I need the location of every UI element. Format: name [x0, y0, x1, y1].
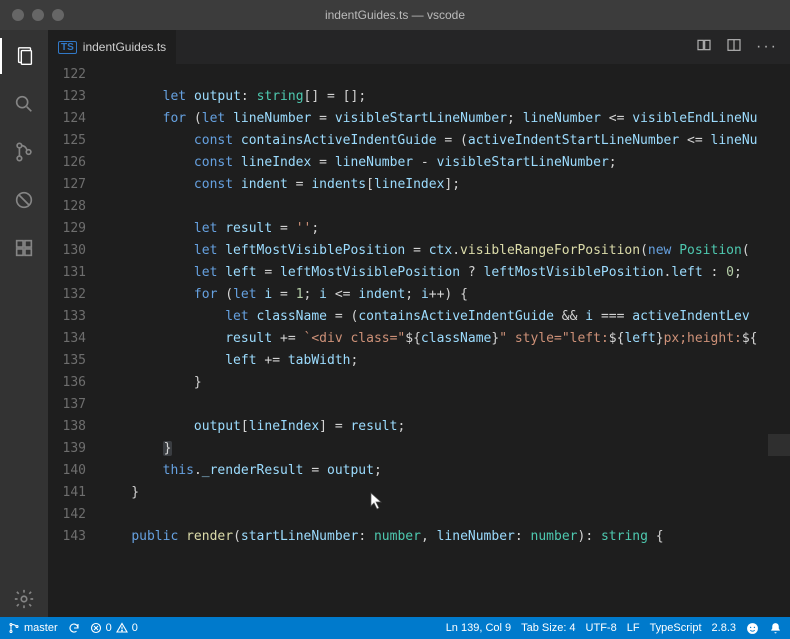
code-line[interactable]: const indent = indents[lineIndex]; — [100, 174, 790, 196]
code-line[interactable]: let className = (containsActiveIndentGui… — [100, 306, 790, 328]
status-problems[interactable]: 0 0 — [90, 622, 138, 634]
line-number: 127 — [48, 174, 86, 196]
status-sync[interactable] — [68, 622, 80, 634]
line-number: 129 — [48, 218, 86, 240]
line-number: 138 — [48, 416, 86, 438]
code-line[interactable]: } — [100, 438, 790, 460]
line-number: 128 — [48, 196, 86, 218]
titlebar: indentGuides.ts — vscode — [0, 0, 790, 30]
line-number: 122 — [48, 64, 86, 86]
line-number: 132 — [48, 284, 86, 306]
status-bar: master 0 0 Ln 139, Col 9 Tab Size: 4 UTF… — [0, 617, 790, 639]
status-feedback[interactable] — [746, 622, 759, 635]
error-icon — [90, 622, 102, 634]
sync-icon — [68, 622, 80, 634]
tab-indentguides[interactable]: TS indentGuides.ts — [48, 30, 177, 64]
status-encoding[interactable]: UTF-8 — [586, 622, 617, 634]
close-window-button[interactable] — [12, 9, 24, 21]
line-number: 135 — [48, 350, 86, 372]
editor-area: TS indentGuides.ts ··· 12212312412512612… — [48, 30, 790, 617]
code-editor[interactable]: 1221231241251261271281291301311321331341… — [48, 64, 790, 617]
editor-actions: ··· — [696, 30, 790, 64]
code-line[interactable] — [100, 64, 790, 86]
code-line[interactable]: this._renderResult = output; — [100, 460, 790, 482]
status-eol[interactable]: LF — [627, 622, 640, 634]
line-number: 130 — [48, 240, 86, 262]
activity-bar — [0, 30, 48, 617]
line-number: 137 — [48, 394, 86, 416]
code-line[interactable]: left += tabWidth; — [100, 350, 790, 372]
main-area: TS indentGuides.ts ··· 12212312412512612… — [0, 30, 790, 617]
tab-bar: TS indentGuides.ts ··· — [48, 30, 790, 64]
maximize-window-button[interactable] — [52, 9, 64, 21]
code-line[interactable]: let output: string[] = []; — [100, 86, 790, 108]
git-branch-icon — [8, 622, 20, 634]
typescript-file-icon: TS — [58, 41, 77, 54]
source-control-icon[interactable] — [0, 134, 48, 170]
line-number: 125 — [48, 130, 86, 152]
line-number: 124 — [48, 108, 86, 130]
status-cursor-position[interactable]: Ln 139, Col 9 — [446, 622, 511, 634]
warning-count: 0 — [132, 622, 138, 634]
explorer-icon[interactable] — [0, 38, 48, 74]
code-line[interactable]: for (let i = 1; i <= indent; i++) { — [100, 284, 790, 306]
line-number-gutter: 1221231241251261271281291301311321331341… — [48, 64, 100, 617]
extensions-icon[interactable] — [0, 230, 48, 266]
code-line[interactable] — [100, 394, 790, 416]
minimize-window-button[interactable] — [32, 9, 44, 21]
more-actions-icon[interactable]: ··· — [756, 38, 778, 56]
code-line[interactable]: let result = ''; — [100, 218, 790, 240]
open-changes-icon[interactable] — [696, 37, 712, 58]
traffic-lights — [12, 9, 64, 21]
code-line[interactable]: public render(startLineNumber: number, l… — [100, 526, 790, 548]
settings-icon[interactable] — [0, 581, 48, 617]
code-line[interactable]: } — [100, 372, 790, 394]
warning-icon — [116, 622, 128, 634]
code-line[interactable] — [100, 504, 790, 526]
window-title: indentGuides.ts — vscode — [325, 8, 465, 22]
line-number: 126 — [48, 152, 86, 174]
branch-name: master — [24, 622, 58, 634]
status-ts-version[interactable]: 2.8.3 — [712, 622, 736, 634]
smiley-icon — [746, 622, 759, 635]
code-line[interactable]: output[lineIndex] = result; — [100, 416, 790, 438]
line-number: 141 — [48, 482, 86, 504]
status-language[interactable]: TypeScript — [650, 622, 702, 634]
line-number: 136 — [48, 372, 86, 394]
code-line[interactable]: let leftMostVisiblePosition = ctx.visibl… — [100, 240, 790, 262]
code-content[interactable]: let output: string[] = []; for (let line… — [100, 64, 790, 617]
scrollbar-marker[interactable] — [768, 434, 790, 456]
status-tab-size[interactable]: Tab Size: 4 — [521, 622, 575, 634]
line-number: 131 — [48, 262, 86, 284]
line-number: 143 — [48, 526, 86, 548]
tab-filename: indentGuides.ts — [83, 40, 166, 54]
bell-icon — [769, 622, 782, 635]
line-number: 139 — [48, 438, 86, 460]
code-line[interactable]: for (let lineNumber = visibleStartLineNu… — [100, 108, 790, 130]
search-icon[interactable] — [0, 86, 48, 122]
code-line[interactable]: const containsActiveIndentGuide = (activ… — [100, 130, 790, 152]
split-editor-icon[interactable] — [726, 37, 742, 58]
line-number: 134 — [48, 328, 86, 350]
line-number: 123 — [48, 86, 86, 108]
debug-icon[interactable] — [0, 182, 48, 218]
code-line[interactable]: const lineIndex = lineNumber - visibleSt… — [100, 152, 790, 174]
error-count: 0 — [106, 622, 112, 634]
code-line[interactable]: } — [100, 482, 790, 504]
code-line[interactable]: let left = leftMostVisiblePosition ? lef… — [100, 262, 790, 284]
status-notifications[interactable] — [769, 622, 782, 635]
code-line[interactable] — [100, 196, 790, 218]
line-number: 140 — [48, 460, 86, 482]
status-branch[interactable]: master — [8, 622, 58, 634]
line-number: 142 — [48, 504, 86, 526]
line-number: 133 — [48, 306, 86, 328]
code-line[interactable]: result += `<div class="${className}" sty… — [100, 328, 790, 350]
